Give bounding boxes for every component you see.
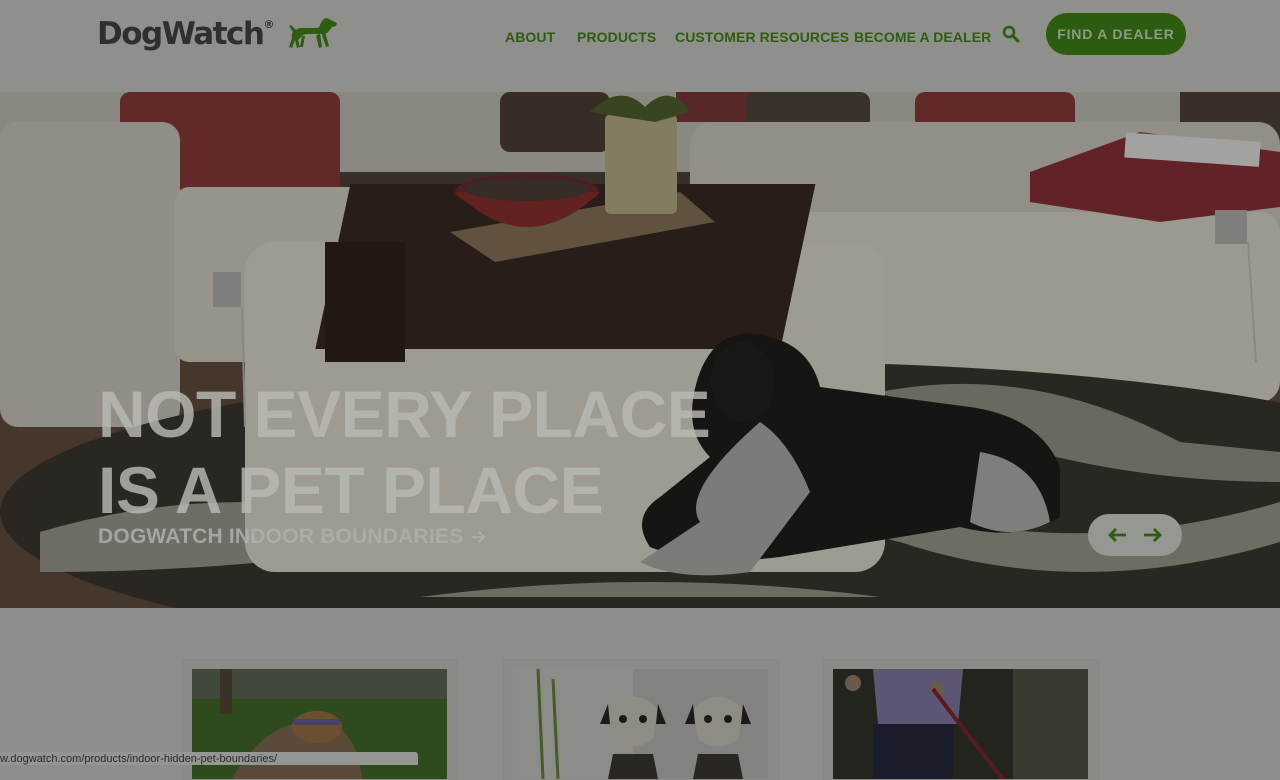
nav-products[interactable]: PRODUCTS <box>577 29 656 45</box>
slider-prev-button[interactable] <box>1107 527 1127 543</box>
product-card-image <box>513 669 768 779</box>
nav-become-a-dealer[interactable]: BECOME A DEALER <box>854 29 991 45</box>
hero-headline-line2: IS A PET PLACE <box>98 453 604 527</box>
slider-next-button[interactable] <box>1143 527 1163 543</box>
site-header: DogWatch® ABOUT PRODUCTS CUSTOMER RESOUR… <box>0 0 1280 92</box>
arrow-right-icon <box>1144 528 1162 542</box>
product-cards <box>0 608 1280 780</box>
product-card-indoor[interactable] <box>504 660 778 780</box>
nav-customer-resources[interactable]: CUSTOMER RESOURCES <box>675 29 849 45</box>
logo[interactable]: DogWatch® <box>97 14 339 54</box>
find-a-dealer-button[interactable]: FIND A DEALER <box>1046 13 1186 55</box>
browser-status-bar: w.dogwatch.com/products/indoor-hidden-pe… <box>0 752 418 765</box>
hero-banner: NOT EVERY PLACE IS A PET PLACE DOGWATCH … <box>0 92 1280 608</box>
search-icon[interactable] <box>1002 25 1020 43</box>
hero-headline: NOT EVERY PLACE IS A PET PLACE <box>98 376 711 528</box>
nav-about[interactable]: ABOUT <box>505 29 555 45</box>
product-card-training[interactable] <box>824 660 1098 780</box>
slider-controls <box>1088 514 1182 556</box>
product-card-image <box>833 669 1088 779</box>
arrow-left-icon <box>1108 528 1126 542</box>
logo-text: DogWatch® <box>97 16 275 52</box>
arrow-right-icon <box>472 531 486 543</box>
indoor-boundaries-link-label: DOGWATCH INDOOR BOUNDARIES <box>98 525 464 548</box>
indoor-boundaries-link[interactable]: DOGWATCH INDOOR BOUNDARIES <box>98 525 487 549</box>
dog-logo-icon <box>288 18 337 48</box>
hero-headline-line1: NOT EVERY PLACE <box>98 377 711 451</box>
